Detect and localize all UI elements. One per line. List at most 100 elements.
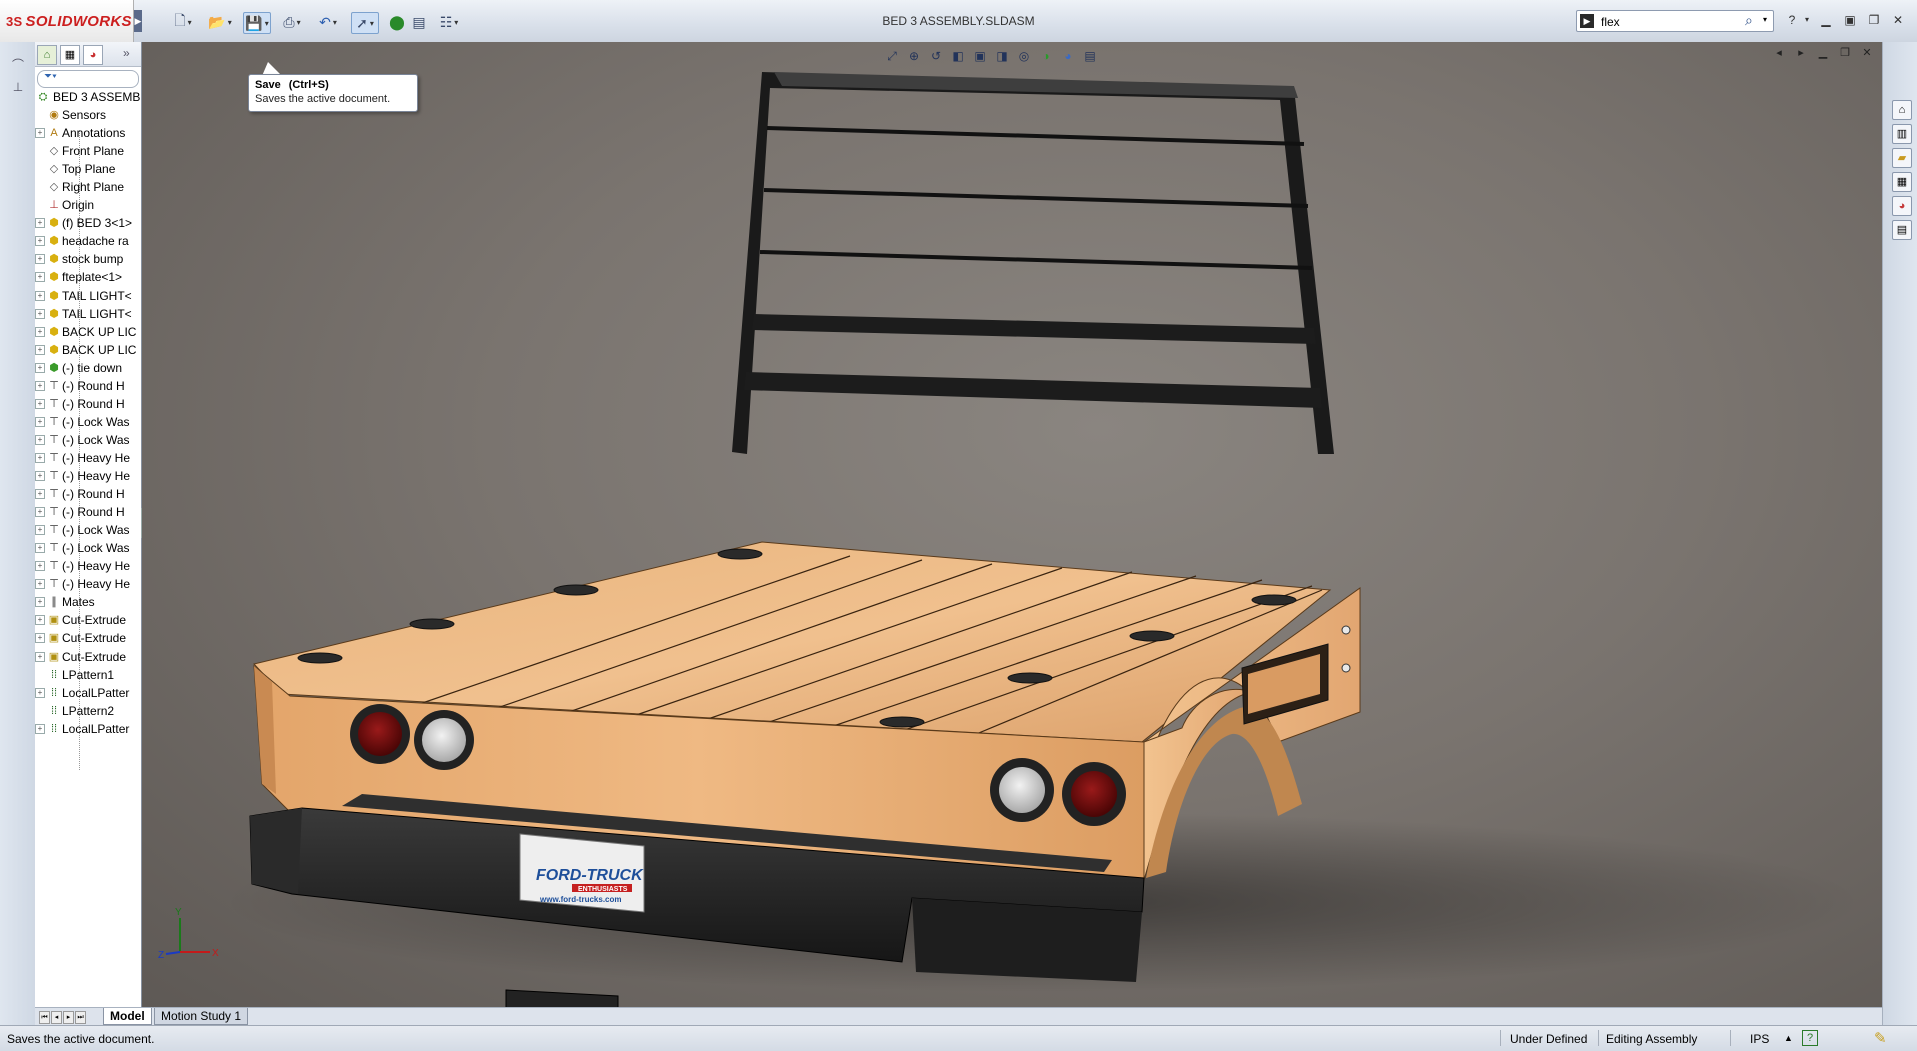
file-explorer-icon[interactable]: ▰ xyxy=(1892,148,1912,168)
expand-icon[interactable]: + xyxy=(35,398,45,409)
tree-item[interactable]: + ⊤ (-) Round H xyxy=(35,377,141,395)
menu-expand-icon[interactable]: ▶ xyxy=(134,10,142,32)
expand-icon[interactable]: + xyxy=(35,471,45,481)
tree-item[interactable]: + ⊤ (-) Lock Was xyxy=(35,431,141,449)
tree-item[interactable]: + ⬢ stock bump xyxy=(35,250,141,268)
tree-item[interactable]: + ⬢ TAIL LIGHT< xyxy=(35,287,141,305)
tree-item[interactable]: + ⊤ (-) Round H xyxy=(35,503,141,521)
tree-item[interactable]: + ⊤ (-) Heavy He xyxy=(35,575,141,593)
open-button[interactable]: 📂 ▾ xyxy=(206,12,234,32)
smart-dimension-icon[interactable]: ⊥ xyxy=(10,80,26,96)
tree-item[interactable]: + ⬢ headache ra xyxy=(35,232,141,250)
new-document-button[interactable]: 🗋 ▾ xyxy=(170,12,196,32)
prev-tab-icon[interactable]: ◂ xyxy=(51,1011,62,1024)
expand-icon[interactable]: + xyxy=(35,254,45,265)
tree-item[interactable]: + ⊤ (-) Lock Was xyxy=(35,539,141,557)
expand-icon[interactable]: + xyxy=(35,308,45,319)
tree-item[interactable]: + ⬢ (f) BED 3<1> xyxy=(35,214,141,232)
expand-icon[interactable]: + xyxy=(35,651,45,662)
flatbed-model-view[interactable]: FORD-TRUCK ENTHUSIASTS www.ford-trucks.c… xyxy=(142,42,1882,1007)
rebuild-button[interactable]: ⬤ xyxy=(389,12,405,32)
feature-tree-tab[interactable]: ⌂ xyxy=(37,45,57,65)
tree-item[interactable]: + ▣ Cut-Extrude xyxy=(35,629,141,647)
expand-icon[interactable]: + xyxy=(35,561,45,572)
file-properties-button[interactable]: ▤ xyxy=(410,12,428,32)
search-dropdown-icon[interactable]: ▾ xyxy=(1763,15,1767,24)
tree-item[interactable]: + ▣ Cut-Extrude xyxy=(35,611,141,629)
expand-icon[interactable]: + xyxy=(35,615,45,626)
viewport-close-icon[interactable]: ✕ xyxy=(1860,46,1874,60)
view-palette-icon[interactable]: ▦ xyxy=(1892,172,1912,192)
expand-icon[interactable]: + xyxy=(35,489,45,500)
tree-filter[interactable]: ⏷▾ xyxy=(37,70,139,88)
next-tab-icon[interactable]: ▸ xyxy=(63,1011,74,1024)
apply-scene-icon[interactable]: ◕ xyxy=(1060,48,1076,64)
tree-item[interactable]: + ⊤ (-) Lock Was xyxy=(35,413,141,431)
search-box[interactable]: ▶ ⌕ ▾ xyxy=(1576,10,1774,32)
view-orientation-icon[interactable]: ▣ xyxy=(972,48,988,64)
tile-button[interactable]: ▣ xyxy=(1842,12,1858,28)
tree-item[interactable]: + ⊤ (-) Heavy He xyxy=(35,467,141,485)
graphics-area[interactable]: FORD-TRUCK ENTHUSIASTS www.ford-trucks.c… xyxy=(142,42,1882,1007)
tabs-overflow-icon[interactable]: » xyxy=(123,46,130,60)
tab-motion-study[interactable]: Motion Study 1 xyxy=(154,1008,249,1025)
solidworks-resources-icon[interactable]: ⌂ xyxy=(1892,100,1912,120)
unit-system-dropdown-icon[interactable]: ▲ xyxy=(1784,1033,1793,1043)
search-icon[interactable]: ⌕ xyxy=(1745,12,1753,29)
tree-item[interactable]: + ⬢ BACK UP LIC xyxy=(35,341,141,359)
headache-rack[interactable] xyxy=(732,72,1334,454)
print-button[interactable]: ⎙ ▾ xyxy=(278,12,306,32)
tree-item[interactable]: ◇ Right Plane xyxy=(35,178,141,196)
display-style-icon[interactable]: ◨ xyxy=(994,48,1010,64)
tree-item[interactable]: ⊥ Origin xyxy=(35,196,141,214)
expand-icon[interactable]: + xyxy=(35,416,45,427)
expand-icon[interactable]: + xyxy=(35,344,45,355)
expand-icon[interactable]: + xyxy=(35,272,45,283)
viewport-restore-icon[interactable]: ❐ xyxy=(1838,46,1852,60)
previous-view-icon[interactable]: ↺ xyxy=(928,48,944,64)
property-manager-tab[interactable]: ▦ xyxy=(60,45,80,65)
section-view-icon[interactable]: ◧ xyxy=(950,48,966,64)
tree-item[interactable]: + A Annotations xyxy=(35,124,141,142)
tree-item[interactable]: + ⊤ (-) Round H xyxy=(35,485,141,503)
expand-icon[interactable]: + xyxy=(35,597,45,608)
undo-button[interactable]: ↶ ▾ xyxy=(314,12,342,32)
tree-item[interactable]: ◇ Top Plane xyxy=(35,160,141,178)
expand-icon[interactable]: + xyxy=(35,687,45,698)
select-button[interactable]: ➚ ▾ xyxy=(351,12,379,34)
viewport-next-icon[interactable]: ▸ xyxy=(1794,46,1808,60)
expand-icon[interactable]: + xyxy=(35,579,45,590)
expand-icon[interactable]: + xyxy=(35,507,45,518)
viewport-minimize-icon[interactable]: ▁ xyxy=(1816,46,1830,60)
tree-item[interactable]: + ⊤ (-) Lock Was xyxy=(35,521,141,539)
expand-icon[interactable]: + xyxy=(35,452,45,463)
expand-icon[interactable]: + xyxy=(35,543,45,554)
expand-icon[interactable]: + xyxy=(35,434,45,445)
tree-item[interactable]: + ⁞⁞ LocalLPatter xyxy=(35,720,141,738)
view-settings-icon[interactable]: ▤ xyxy=(1082,48,1098,64)
expand-icon[interactable]: + xyxy=(35,380,45,391)
sketch-tool-icon[interactable]: ⌒ xyxy=(10,56,26,72)
expand-icon[interactable]: + xyxy=(35,128,45,139)
expand-icon[interactable]: + xyxy=(35,633,45,644)
zoom-to-fit-icon[interactable]: ⤢ xyxy=(884,48,900,64)
edit-appearance-icon[interactable]: ◑ xyxy=(1038,48,1054,64)
tree-item[interactable]: + ⬢ fteplate<1> xyxy=(35,268,141,286)
search-input[interactable] xyxy=(1599,13,1733,31)
expand-icon[interactable]: + xyxy=(35,236,45,247)
tree-item[interactable]: + ⊤ (-) Round H xyxy=(35,395,141,413)
tree-item[interactable]: ◉ Sensors xyxy=(35,106,141,124)
tree-item[interactable]: ⁞⁞ LPattern2 xyxy=(35,702,141,720)
tree-item[interactable]: + ⬢ TAIL LIGHT< xyxy=(35,305,141,323)
tree-item[interactable]: ⁞⁞ LPattern1 xyxy=(35,666,141,684)
custom-properties-icon[interactable]: ▤ xyxy=(1892,220,1912,240)
tree-item[interactable]: ◇ Front Plane xyxy=(35,142,141,160)
first-tab-icon[interactable]: ⏮ xyxy=(39,1011,50,1024)
tree-item[interactable]: + ⬢ (-) tie down xyxy=(35,359,141,377)
expand-icon[interactable]: + xyxy=(35,362,45,373)
expand-icon[interactable]: + xyxy=(35,326,45,337)
tree-root-row[interactable]: ⛭ BED 3 ASSEMBL xyxy=(35,88,141,106)
display-manager-tab[interactable]: ◕ xyxy=(83,45,103,65)
tree-item[interactable]: + ⬢ BACK UP LIC xyxy=(35,323,141,341)
tree-item[interactable]: + ⊤ (-) Heavy He xyxy=(35,449,141,467)
